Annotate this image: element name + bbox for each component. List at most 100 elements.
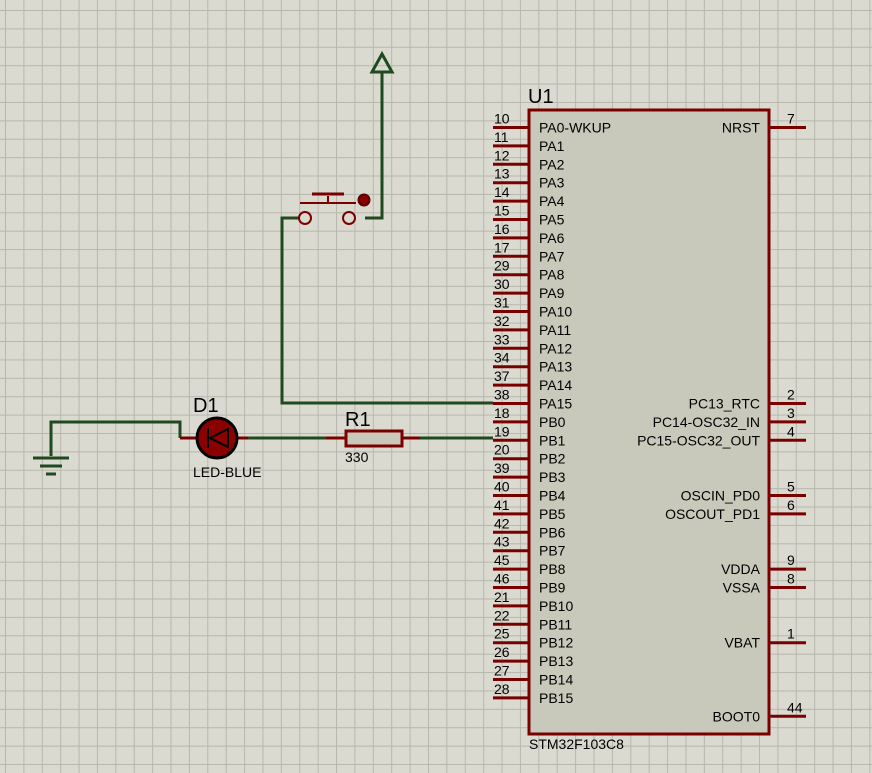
resistor-body [344,429,404,448]
pin-name: PA14 [539,377,572,393]
pin-number: 5 [787,479,795,495]
pin-number: 15 [494,203,510,219]
pin-number: 42 [494,515,510,531]
pin-number: 20 [494,442,510,458]
pin-number: 19 [494,423,510,439]
pin-number: 13 [494,166,510,182]
wire-switch-to-pa15[interactable] [280,216,493,405]
pin-number: 2 [787,387,795,403]
pin-name: VDDA [721,561,761,577]
pin-name: PA5 [539,212,565,228]
pin-name: PB3 [539,469,566,485]
pin-name: PA3 [539,175,565,191]
pin-number: 9 [787,552,795,568]
pin-name: PC13_RTC [689,396,760,412]
pin-number: 45 [494,552,510,568]
pin-number: 22 [494,607,510,623]
pin-number: 44 [787,699,803,715]
pin-name: NRST [722,120,761,136]
chip-part-label: STM32F103C8 [529,736,624,752]
pin-number: 34 [494,350,510,366]
resistor-value-label: 330 [345,449,369,465]
pin-number: 10 [494,111,510,127]
pin-number: 11 [494,129,509,145]
pin-name: OSCIN_PD0 [681,488,761,504]
pin-name: PB2 [539,451,566,467]
pin-name: PB13 [539,653,573,669]
pin-number: 46 [494,571,510,587]
pin-name: PB0 [539,414,566,430]
pin-name: PB8 [539,561,566,577]
pin-name: PB4 [539,488,566,504]
pin-name: PB1 [539,432,566,448]
pin-name: OSCOUT_PD1 [665,506,760,522]
pin-number: 40 [494,479,510,495]
pin-name: PB7 [539,543,566,559]
pin-name: PA9 [539,285,565,301]
pin-name: PA0-WKUP [539,120,611,136]
switch-state-indicator-icon[interactable] [357,193,371,207]
pin-name: PA13 [539,359,572,375]
pin-name: PA8 [539,267,565,283]
pin-name: PB10 [539,598,573,614]
wires [49,72,493,456]
pin-name: PB5 [539,506,566,522]
pin-name: PA10 [539,304,572,320]
pin-name: VBAT [724,635,760,651]
pin-name: PB9 [539,580,566,596]
pin-name: PB11 [539,616,572,632]
pin-number: 16 [494,221,510,237]
pin-number: 8 [787,571,795,587]
switch-contact-right [342,211,356,225]
wire-ground-to-led[interactable] [49,420,182,456]
led-body [195,416,239,460]
pin-name: VSSA [723,580,761,596]
pin-number: 32 [494,313,510,329]
pin-number: 21 [494,589,510,605]
switch-contact-left [298,211,312,225]
pin-number: 7 [787,111,795,127]
pin-name: PB15 [539,690,573,706]
power-terminal[interactable] [369,50,395,74]
pin-number: 12 [494,147,510,163]
led-ref-label: D1 [193,395,219,417]
pin-number: 4 [787,423,795,439]
pin-name: PA12 [539,340,572,356]
pin-name: BOOT0 [713,708,761,724]
pin-number: 41 [494,497,510,513]
resistor-r1[interactable] [326,429,420,448]
chip-ref-label: U1 [528,86,554,108]
pin-number: 27 [494,663,510,679]
pin-number: 30 [494,276,510,292]
pin-name: PC15-OSC32_OUT [637,432,760,448]
pin-number: 43 [494,534,510,550]
pin-number: 31 [494,295,510,311]
pin-number: 39 [494,460,510,476]
pin-number: 26 [494,644,510,660]
pin-number: 14 [494,184,510,200]
pin-number: 37 [494,368,510,384]
pin-name: PA4 [539,193,565,209]
pin-name: PA1 [539,138,565,154]
pin-number: 28 [494,681,510,697]
led-value-label: LED-BLUE [193,464,261,480]
pin-name: PC14-OSC32_IN [653,414,760,430]
pin-number: 18 [494,405,510,421]
ground-terminal[interactable] [33,456,69,476]
led-d1[interactable] [180,416,248,460]
pin-number: 3 [787,405,795,421]
pin-number: 38 [494,387,510,403]
pin-number: 29 [494,258,510,274]
pin-name: PA11 [539,322,571,338]
power-arrow-icon [369,50,395,74]
pin-number: 33 [494,331,510,347]
pin-number: 25 [494,626,510,642]
pin-name: PA15 [539,396,572,412]
push-button-switch[interactable] [298,192,371,225]
pin-name: PB12 [539,635,573,651]
pin-number: 1 [787,626,795,642]
pin-number: 6 [787,497,795,513]
pin-name: PA2 [539,156,565,172]
pin-name: PB14 [539,672,573,688]
pin-number: 17 [494,239,510,255]
